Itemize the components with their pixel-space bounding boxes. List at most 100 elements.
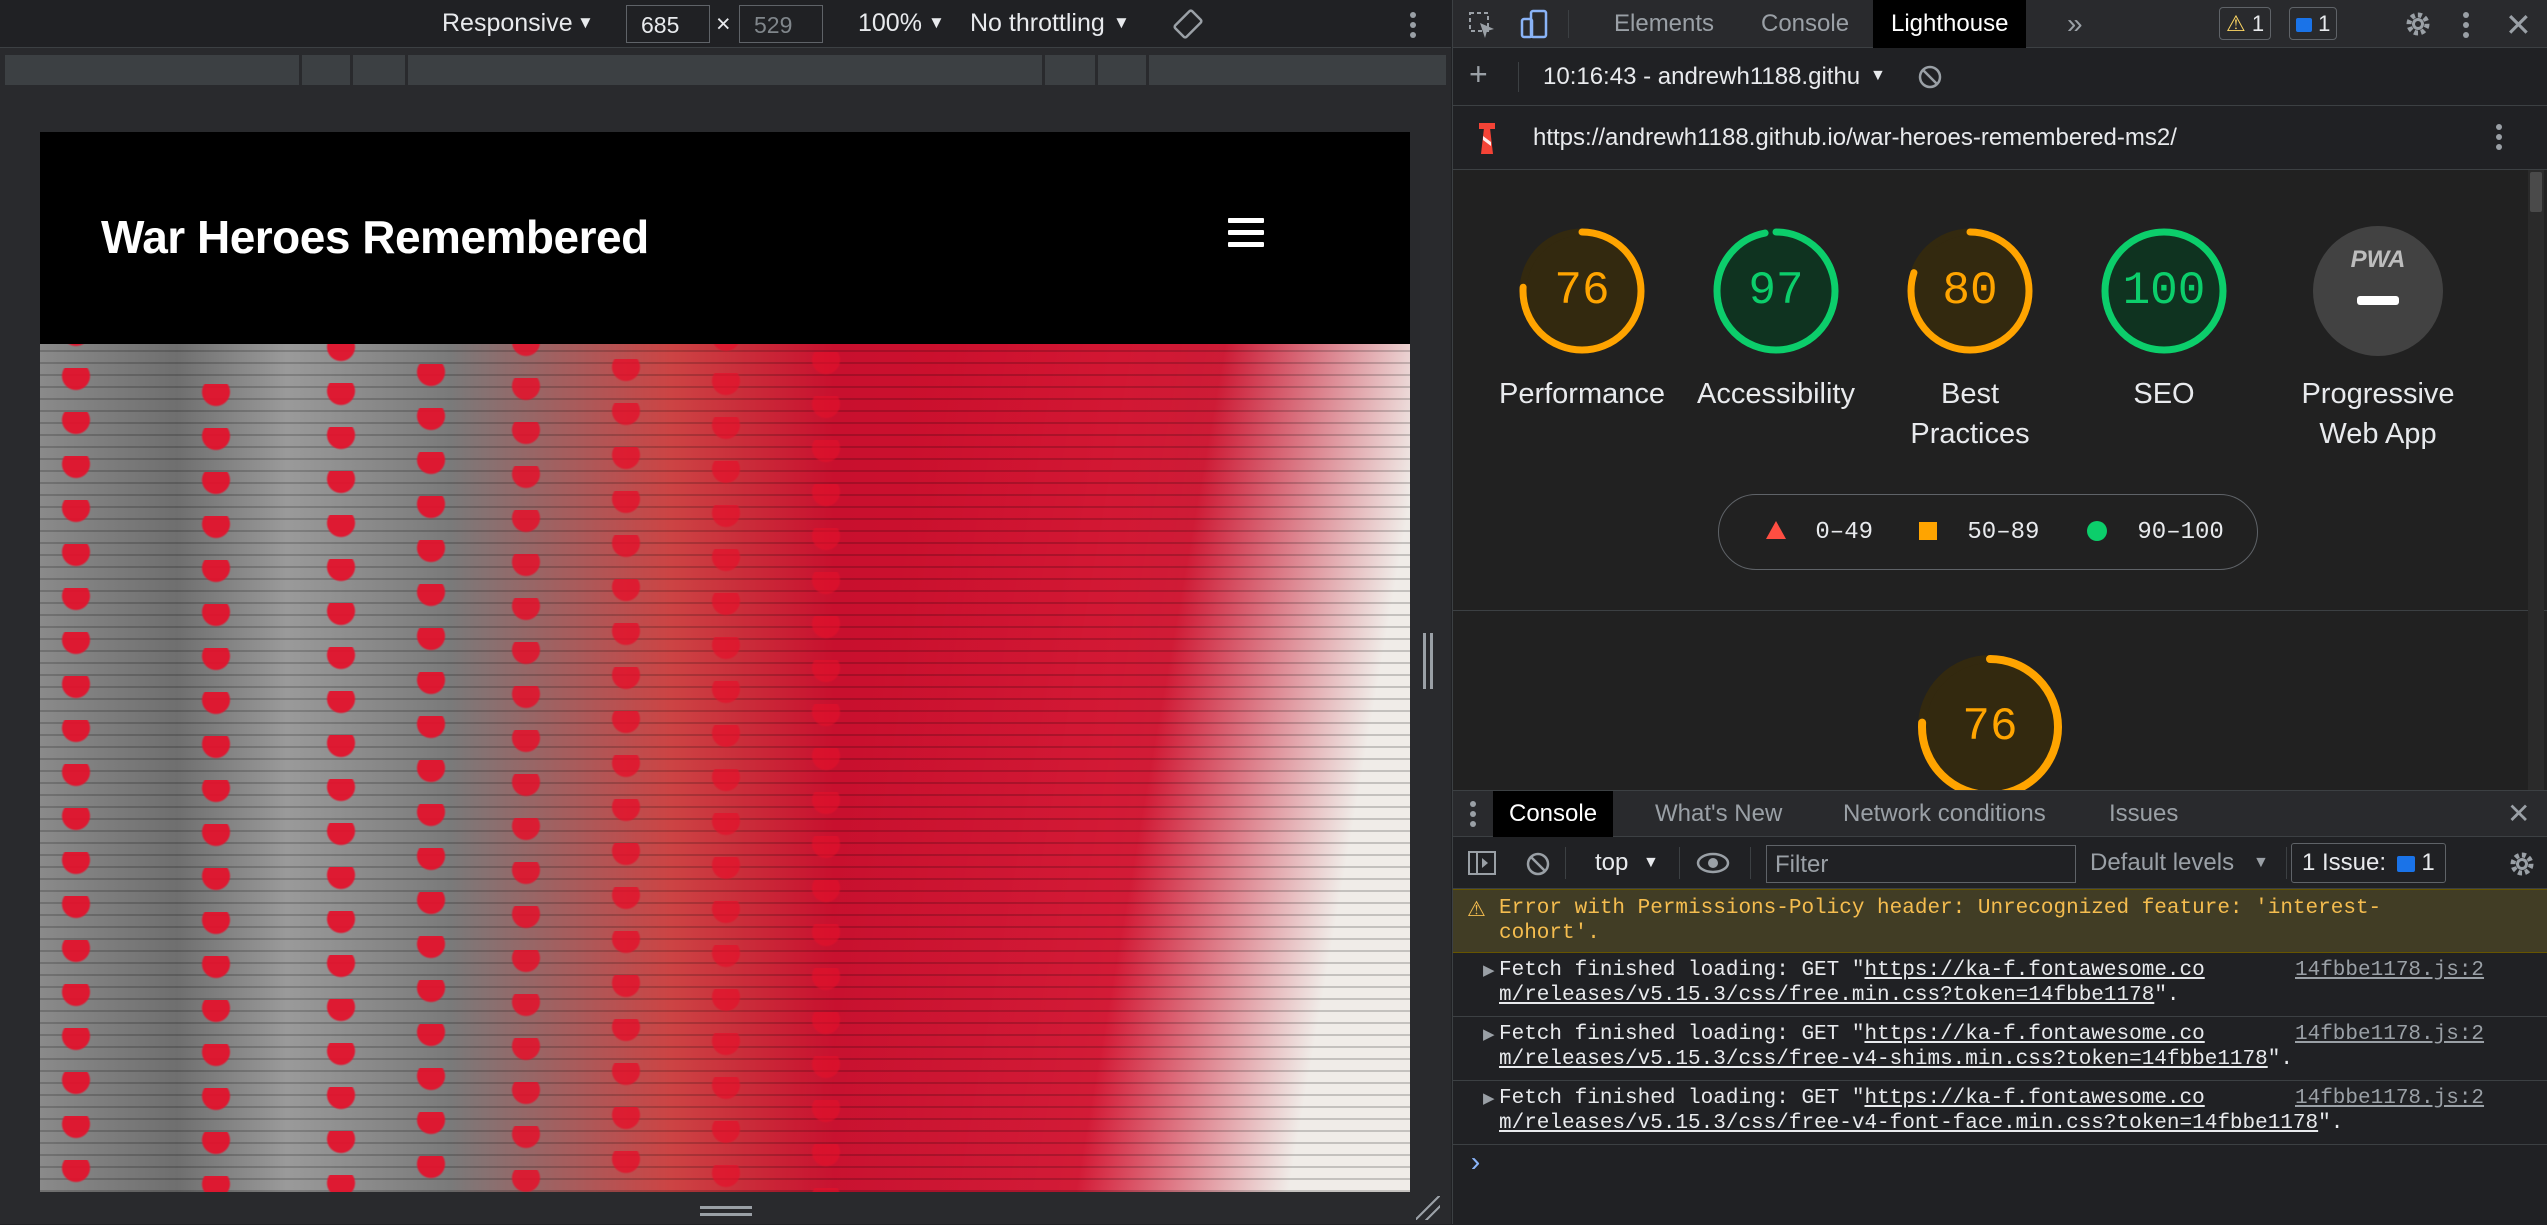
customize-menu-icon[interactable] (2458, 10, 2474, 40)
media-query-bar[interactable] (5, 55, 1447, 85)
warning-icon: ⚠ (1467, 900, 1486, 923)
lighthouse-toolbar: + 10:16:43 - andrewh1188.githu ▼ (1453, 48, 2547, 106)
device-toolbar: Responsive ▼ 685 × 529 100% ▼ No throttl… (0, 0, 1451, 48)
hamburger-menu-icon[interactable] (1228, 218, 1264, 248)
sidebar-toggle-icon[interactable] (1467, 850, 1497, 876)
report-url[interactable]: https://andrewh1188.github.io/war-heroes… (1533, 124, 2177, 152)
score-value: 100 (2122, 265, 2206, 317)
drawer-menu-icon[interactable] (1467, 799, 1479, 829)
resource-link[interactable]: https://ka-f.fontawesome.co (1864, 1087, 2204, 1110)
close-devtools-icon[interactable]: ✕ (2505, 6, 2532, 44)
report-scrollbar[interactable] (2528, 170, 2544, 790)
rotate-icon[interactable] (1172, 8, 1204, 40)
warnings-badge[interactable]: ⚠ 1 (2219, 7, 2272, 40)
legend-average: 50–89 (1919, 495, 2039, 571)
source-link[interactable]: 14fbbe1178.js:2 (2295, 1087, 2484, 1110)
clear-console-icon[interactable] (1525, 851, 1551, 877)
gauge-label: Best Practices (1910, 378, 2030, 450)
issues-count: 1 (2318, 11, 2331, 36)
emulated-viewport: War Heroes Remembered (40, 132, 1410, 1192)
device-toggle-icon[interactable] (1519, 8, 1549, 40)
viewport-resize-corner[interactable] (1416, 1196, 1440, 1220)
pwa-badge-icon[interactable]: PWA (2313, 226, 2443, 356)
drawer-tab-whats-new[interactable]: What's New (1639, 791, 1798, 837)
chevron-down-icon[interactable]: ▼ (928, 13, 945, 33)
site-title[interactable]: War Heroes Remembered (101, 210, 649, 264)
console-log-row[interactable]: ▶ Fetch finished loading: GET "https://ka… (1453, 1081, 2547, 1145)
report-selector[interactable]: 10:16:43 - andrewh1188.githu (1543, 63, 1860, 91)
gauge-label-pwa: Progressive Web App (2301, 378, 2455, 450)
hero-image-poppies (40, 344, 1410, 1192)
drawer-tab-console[interactable]: Console (1493, 791, 1614, 837)
square-icon (1919, 522, 1937, 540)
console-filter-input[interactable]: Filter (1766, 845, 2076, 883)
pwa-badge-text: PWA (2350, 246, 2406, 273)
console-log-row[interactable]: ▶ Fetch finished loading: GET "https://ka… (1453, 1017, 2547, 1081)
score-value: 97 (1748, 265, 1804, 317)
source-link[interactable]: 14fbbe1178.js:2 (2295, 959, 2484, 982)
expand-triangle-icon[interactable]: ▶ (1483, 1089, 1495, 1108)
device-select[interactable]: Responsive (442, 9, 573, 38)
chevron-down-icon[interactable]: ▼ (1113, 13, 1130, 33)
score-gauge-seo[interactable]: 100 (2099, 226, 2229, 356)
tab-lighthouse[interactable]: Lighthouse (1873, 0, 2027, 48)
clear-reports-icon[interactable] (1917, 64, 1943, 90)
close-drawer-icon[interactable]: ✕ (2507, 797, 2530, 830)
resource-link[interactable]: https://ka-f.fontawesome.co (1864, 1023, 2204, 1046)
report-menu-icon[interactable] (2491, 122, 2507, 152)
expand-triangle-icon[interactable]: ▶ (1483, 1025, 1495, 1044)
inspect-element-icon[interactable] (1467, 10, 1497, 40)
height-input[interactable]: 529 (739, 5, 823, 43)
source-link[interactable]: 14fbbe1178.js:2 (2295, 1023, 2484, 1046)
console-warning-message[interactable]: ⚠ Error with Permissions-Policy header: … (1453, 889, 2547, 953)
chevron-down-icon[interactable]: ▼ (1870, 67, 1886, 85)
gauge-label: Performance (1498, 378, 1665, 410)
tab-elements[interactable]: Elements (1596, 0, 1732, 48)
zoom-select[interactable]: 100% (858, 9, 922, 38)
context-select[interactable]: top (1595, 849, 1628, 877)
log-levels-select[interactable]: Default levels (2090, 849, 2234, 877)
warnings-count: 1 (2251, 11, 2265, 36)
report-url-bar: https://andrewh1188.github.io/war-heroes… (1453, 106, 2547, 170)
resource-link[interactable]: m/releases/v5.15.3/css/free-v4-font-face… (1499, 1112, 2318, 1135)
chevron-down-icon[interactable]: ▼ (1643, 854, 1659, 872)
resource-link[interactable]: https://ka-f.fontawesome.co (1864, 959, 2204, 982)
issues-badge[interactable]: 1 (2289, 7, 2338, 40)
console-messages: ⚠ Error with Permissions-Policy header: … (1453, 889, 2547, 1225)
resource-link[interactable]: m/releases/v5.15.3/css/free-v4-shims.min… (1499, 1048, 2268, 1071)
devtools-tab-bar: Elements Console Lighthouse » ⚠ 1 1 ✕ (1453, 0, 2547, 48)
more-tabs-icon[interactable]: » (2049, 0, 2101, 48)
score-gauge-accessibility[interactable]: 97 (1711, 226, 1841, 356)
console-log-row[interactable]: ▶ Fetch finished loading: GET "https://ka… (1453, 953, 2547, 1017)
score-gauge-best[interactable]: 80 (1905, 226, 2035, 356)
viewport-resize-handle-right[interactable] (1423, 633, 1433, 689)
expand-triangle-icon[interactable]: ▶ (1483, 961, 1495, 980)
issue-icon (2296, 18, 2312, 33)
console-settings-gear-icon[interactable] (2507, 849, 2537, 879)
chevron-down-icon[interactable]: ▼ (577, 13, 594, 33)
chevron-down-icon[interactable]: ▼ (2253, 854, 2269, 872)
circle-icon (2087, 521, 2107, 541)
settings-gear-icon[interactable] (2403, 9, 2433, 39)
resource-link[interactable]: m/releases/v5.15.3/css/free.min.css?toke… (1499, 984, 2154, 1007)
score-gauge-performance[interactable]: 76 (1517, 226, 1647, 356)
throttling-select[interactable]: No throttling (970, 9, 1105, 38)
score-legend: 0–49 50–89 90–100 (1718, 494, 2258, 570)
issue-icon (2396, 855, 2415, 872)
lighthouse-logo-icon (1479, 123, 1495, 154)
divider (1453, 610, 2547, 611)
site-header: War Heroes Remembered (40, 132, 1410, 344)
detail-score-value: 76 (1962, 701, 2018, 753)
tab-console[interactable]: Console (1743, 0, 1867, 48)
lighthouse-report: 76 Performance 97 Accessibility 80 Best Practi… (1453, 170, 2547, 790)
new-report-plus-icon[interactable]: + (1469, 56, 1488, 93)
issues-count-button[interactable]: 1 Issue: 1 (2291, 843, 2446, 883)
more-options-icon[interactable] (1405, 10, 1421, 40)
viewport-resize-handle-bottom[interactable] (700, 1206, 752, 1216)
width-input[interactable]: 685 (626, 5, 710, 43)
performance-detail-gauge: 76 (1915, 652, 2065, 790)
console-prompt-icon[interactable]: › (1467, 1149, 1484, 1180)
eye-icon[interactable] (1696, 851, 1730, 875)
drawer-tab-network-conditions[interactable]: Network conditions (1827, 791, 2062, 837)
drawer-tab-issues[interactable]: Issues (2093, 791, 2194, 837)
